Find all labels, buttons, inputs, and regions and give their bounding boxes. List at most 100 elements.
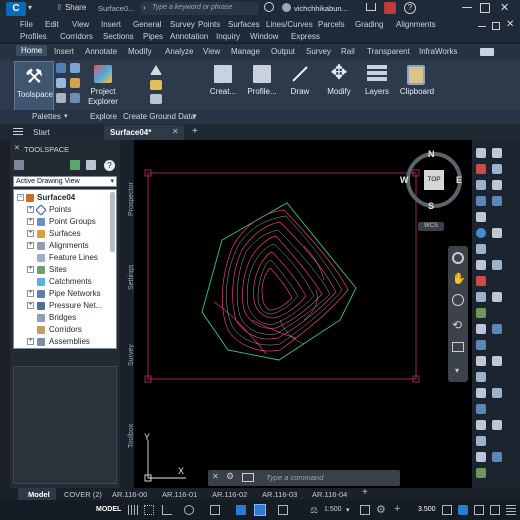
compass-west[interactable]: W: [400, 175, 409, 185]
pan-icon[interactable]: ✋: [452, 272, 466, 285]
nav-more-icon[interactable]: ▾: [455, 366, 459, 375]
help-icon[interactable]: ?: [404, 2, 416, 14]
modify-button[interactable]: ✥ Modify: [321, 61, 357, 111]
palettes-panel-label[interactable]: Palettes: [32, 112, 61, 121]
toolspace-icon-2[interactable]: [70, 160, 80, 170]
menu-close-button[interactable]: ✕: [506, 19, 514, 30]
tab-home[interactable]: Home: [16, 45, 48, 56]
tool-icon-6[interactable]: [476, 244, 486, 254]
tab-output[interactable]: Output: [271, 47, 295, 56]
toolspace-icon-1[interactable]: [14, 160, 24, 170]
toolspace-button[interactable]: ⚒ Toolspace: [14, 61, 54, 111]
tool-icon-3[interactable]: [476, 180, 486, 190]
doc-tabs-menu-icon[interactable]: [13, 128, 23, 136]
palette-icon-5[interactable]: [56, 93, 66, 103]
menu-express[interactable]: Express: [291, 32, 320, 41]
tool-icon-1[interactable]: [476, 148, 486, 158]
palettes-panel-dropdown-icon[interactable]: ▾: [64, 112, 68, 120]
grid-icon[interactable]: [128, 505, 138, 515]
annotation-visibility-icon[interactable]: [360, 505, 370, 515]
compass-south[interactable]: S: [428, 201, 434, 211]
wcs-menu[interactable]: WCS: [418, 222, 444, 231]
compass-north[interactable]: N: [428, 149, 435, 159]
menu-parcels[interactable]: Parcels: [318, 20, 345, 29]
draw-button[interactable]: Draw: [283, 61, 317, 111]
tab-ar-116-02[interactable]: AR.116-02: [212, 490, 247, 499]
tool-icon-29[interactable]: [492, 356, 502, 366]
close-button[interactable]: ✕: [500, 1, 509, 14]
tool-icon-12[interactable]: [476, 340, 486, 350]
tab-cover[interactable]: COVER (2): [64, 490, 102, 499]
tool-icon-25[interactable]: [492, 228, 502, 238]
menu-minimize-button[interactable]: [478, 26, 486, 27]
menu-view[interactable]: View: [72, 20, 89, 29]
tab-ar-116-03[interactable]: AR.116-03: [262, 490, 297, 499]
project-explorer-button[interactable]: Project Explorer: [86, 61, 120, 111]
tab-view[interactable]: View: [203, 47, 220, 56]
menu-surfaces[interactable]: Surfaces: [228, 20, 260, 29]
tab-survey[interactable]: Survey: [306, 47, 331, 56]
palette-icon-3[interactable]: [56, 78, 66, 88]
add-layout-button[interactable]: +: [362, 487, 368, 498]
model-space-toggle[interactable]: MODEL: [96, 506, 121, 513]
share-button[interactable]: ⇪ Share: [56, 3, 86, 12]
tool-icon-24[interactable]: [492, 196, 502, 206]
clipboard-button[interactable]: Clipboard: [397, 61, 437, 111]
tab-annotate[interactable]: Annotate: [85, 47, 117, 56]
orbit-icon[interactable]: ⟲: [452, 318, 462, 332]
command-close-icon[interactable]: ✕: [212, 472, 219, 481]
menu-insert[interactable]: Insert: [101, 20, 121, 29]
toolspace-close-icon[interactable]: ✕: [14, 144, 20, 152]
tool-icon-18[interactable]: [476, 436, 486, 446]
tool-icon-30[interactable]: [492, 388, 502, 398]
scale-dropdown-icon[interactable]: ▾: [346, 506, 350, 514]
tool-icon-7[interactable]: [476, 260, 486, 270]
user-name[interactable]: vichchhikabun...: [294, 4, 348, 13]
tool-icon-28[interactable]: [492, 324, 502, 334]
workspace-icon[interactable]: [442, 505, 452, 515]
tab-transparent[interactable]: Transparent: [367, 47, 410, 56]
polar-icon[interactable]: [184, 505, 194, 515]
tool-icon-15[interactable]: [476, 388, 486, 398]
profile-button[interactable]: Profile...: [245, 61, 279, 111]
tab-ar-116-04[interactable]: AR.116-04: [312, 490, 347, 499]
palette-icon-2[interactable]: [70, 63, 80, 73]
command-input[interactable]: Type a command: [266, 473, 323, 482]
toolspace-help-icon[interactable]: ?: [104, 160, 115, 171]
search-icon[interactable]: [264, 2, 274, 12]
tool-icon-17[interactable]: [476, 420, 486, 430]
lineweight-icon[interactable]: [254, 504, 266, 516]
menu-window[interactable]: Window: [250, 32, 278, 41]
osnap-icon[interactable]: [210, 505, 220, 515]
tab-model-label[interactable]: Model: [28, 490, 50, 499]
palette-icon-6[interactable]: [70, 93, 80, 103]
surface-tool-icon[interactable]: [150, 80, 162, 90]
menu-corridors[interactable]: Corridors: [60, 32, 93, 41]
elevation-value[interactable]: 3.500: [418, 506, 436, 513]
tool-icon-32[interactable]: [492, 452, 502, 462]
minimize-button[interactable]: [462, 7, 472, 8]
compass-east[interactable]: E: [456, 175, 462, 185]
customize-menu-icon[interactable]: [506, 505, 516, 515]
cart-icon[interactable]: [366, 3, 376, 11]
tool-icon-26[interactable]: [492, 260, 502, 270]
restore-button[interactable]: [480, 3, 490, 13]
toolspace-icon-3[interactable]: [86, 160, 96, 170]
tool-icon-21[interactable]: [492, 148, 502, 158]
tool-icon-14[interactable]: [476, 372, 486, 382]
tab-rail[interactable]: Rail: [341, 47, 355, 56]
ribbon-options-icon[interactable]: [480, 48, 494, 56]
tab-ar-116-01[interactable]: AR.116-01: [162, 490, 197, 499]
menu-inquiry[interactable]: Inquiry: [216, 32, 240, 41]
isolate-icon[interactable]: [458, 505, 468, 515]
tool-icon-27[interactable]: [492, 292, 502, 302]
tab-manage[interactable]: Manage: [231, 47, 260, 56]
tool-icon-9[interactable]: [476, 292, 486, 302]
tool-icon-10[interactable]: [476, 308, 486, 318]
tool-icon-8[interactable]: [476, 276, 486, 286]
tab-start[interactable]: Start: [33, 128, 50, 137]
tool-icon-4[interactable]: [476, 196, 486, 206]
menu-restore-button[interactable]: [492, 22, 500, 30]
user-icon[interactable]: [282, 3, 291, 12]
menu-edit[interactable]: Edit: [45, 20, 59, 29]
